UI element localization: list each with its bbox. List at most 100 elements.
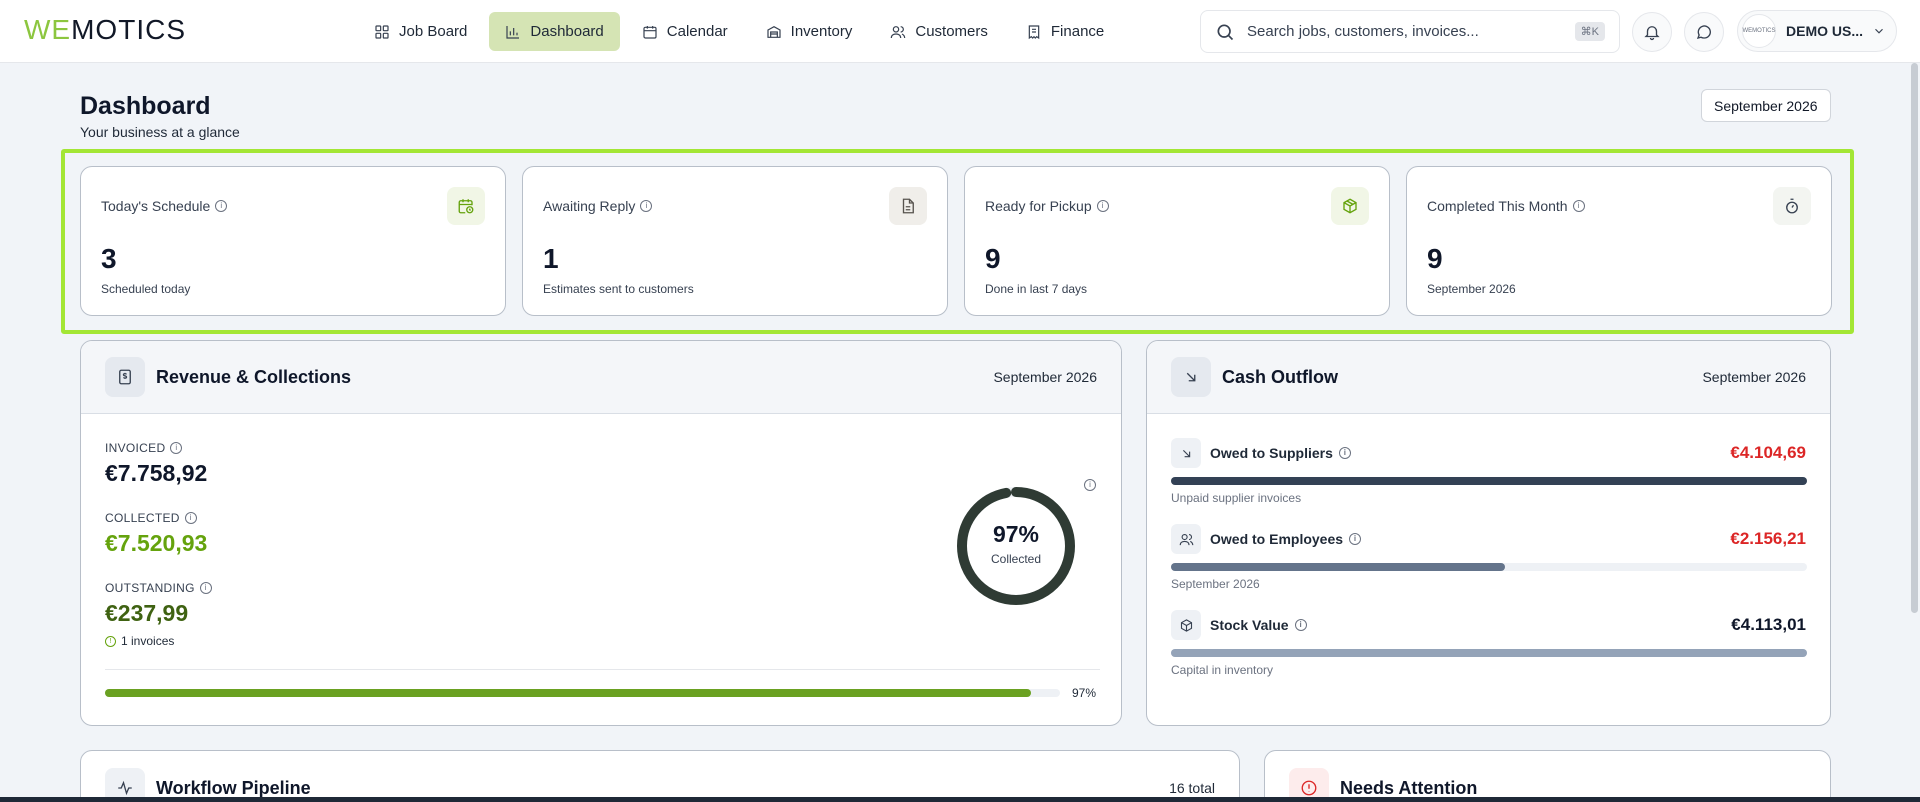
outstanding-value: €237,99 bbox=[105, 600, 189, 626]
search-placeholder: Search jobs, customers, invoices... bbox=[1247, 23, 1479, 40]
collection-progress-bar bbox=[105, 689, 1060, 697]
nav-label: Inventory bbox=[790, 23, 853, 40]
user-menu-button[interactable]: WEMOTICS DEMO US... bbox=[1737, 10, 1897, 52]
card-title: Cash Outflow bbox=[1222, 367, 1338, 387]
info-icon[interactable]: i bbox=[1084, 479, 1096, 491]
kpi-card-awaiting-reply[interactable]: Awaiting Reply i 1 Estimates sent to cust… bbox=[522, 166, 948, 316]
info-icon[interactable]: i bbox=[199, 582, 212, 594]
collected-label: COLLECTED bbox=[105, 511, 180, 525]
nav-dashboard[interactable]: Dashboard bbox=[489, 12, 620, 51]
kpi-label-row: Awaiting Reply i bbox=[543, 198, 653, 214]
kpi-label: Awaiting Reply bbox=[543, 198, 636, 214]
chevron-down-icon bbox=[1875, 28, 1883, 34]
header-icon-box bbox=[1171, 357, 1211, 397]
stock-bar bbox=[1171, 649, 1807, 657]
kpi-value: 9 bbox=[985, 243, 1001, 274]
bar-chart-icon bbox=[506, 25, 520, 39]
info-icon[interactable]: i bbox=[1572, 200, 1585, 212]
info-icon[interactable]: i bbox=[184, 512, 197, 524]
kpi-label-row: Ready for Pickup i bbox=[985, 198, 1109, 214]
card-period: September 2026 bbox=[1702, 369, 1806, 385]
kpi-label: Today's Schedule bbox=[101, 198, 211, 214]
row-icon-box bbox=[1171, 524, 1201, 554]
package-icon bbox=[1343, 198, 1357, 214]
kpi-label-row: Today's Schedule i bbox=[101, 198, 228, 214]
invoiced-value: €7.758,92 bbox=[105, 460, 208, 486]
divider bbox=[105, 669, 1100, 670]
info-icon[interactable]: i bbox=[215, 200, 228, 212]
nav-calendar[interactable]: Calendar bbox=[626, 12, 744, 51]
employees-value: €2.156,21 bbox=[1730, 529, 1806, 548]
nav-label: Calendar bbox=[666, 23, 728, 40]
revenue-card: Revenue & Collections September 2026 INV… bbox=[80, 340, 1122, 726]
document-icon bbox=[902, 198, 914, 214]
outstanding-label-row: OUTSTANDING i bbox=[105, 581, 212, 595]
search-shortcut: ⌘K bbox=[1574, 22, 1605, 41]
kpi-icon-box bbox=[1331, 187, 1369, 225]
info-icon[interactable]: i bbox=[1338, 447, 1351, 459]
info-icon[interactable]: i bbox=[1294, 619, 1307, 631]
dollar-receipt-icon bbox=[119, 369, 131, 385]
info-icon[interactable]: i bbox=[1349, 533, 1362, 545]
nav-job-board[interactable]: Job Board bbox=[358, 12, 483, 51]
info-icon[interactable]: i bbox=[1096, 200, 1109, 212]
calendar-clock-icon bbox=[458, 199, 474, 214]
messages-button[interactable] bbox=[1684, 12, 1724, 52]
grid-icon bbox=[375, 24, 389, 39]
window-bottom-edge bbox=[0, 797, 1920, 802]
kpi-card-todays-schedule[interactable]: Today's Schedule i 3 Scheduled today bbox=[80, 166, 506, 316]
nav-label: Dashboard bbox=[530, 23, 604, 40]
warehouse-icon bbox=[767, 25, 781, 38]
row-icon-box bbox=[1171, 438, 1201, 468]
donut-percent: 97% bbox=[992, 521, 1040, 547]
stock-label-row: Stock Value i bbox=[1210, 617, 1307, 633]
kpi-label-row: Completed This Month i bbox=[1427, 198, 1585, 214]
nav-inventory[interactable]: Inventory bbox=[750, 12, 869, 51]
notifications-button[interactable] bbox=[1632, 12, 1672, 52]
outstanding-label: OUTSTANDING bbox=[105, 581, 195, 595]
kpi-label: Completed This Month bbox=[1427, 198, 1568, 214]
kpi-description: Done in last 7 days bbox=[985, 282, 1088, 296]
collection-progress-fill bbox=[105, 689, 1032, 697]
nav-finance[interactable]: Finance bbox=[1010, 12, 1120, 51]
header-icon-box bbox=[105, 357, 145, 397]
card-title: Needs Attention bbox=[1340, 778, 1478, 798]
chat-bubble-icon bbox=[1696, 25, 1711, 39]
kpi-card-completed-this-month[interactable]: Completed This Month i 9 September 2026 bbox=[1406, 166, 1832, 316]
collection-progress-percent: 97% bbox=[1072, 686, 1097, 700]
month-selector[interactable]: September 2026 bbox=[1701, 89, 1831, 122]
kpi-label: Ready for Pickup bbox=[985, 198, 1092, 214]
clock-icon: ! bbox=[105, 635, 116, 647]
user-name: DEMO US... bbox=[1786, 23, 1864, 39]
nav-label: Job Board bbox=[399, 23, 468, 40]
users-icon bbox=[1179, 533, 1193, 545]
search-input[interactable]: Search jobs, customers, invoices... ⌘K bbox=[1200, 10, 1620, 53]
nav-label: Finance bbox=[1050, 23, 1105, 40]
outstanding-note-text: 1 invoices bbox=[121, 634, 175, 648]
stock-bar-fill bbox=[1171, 649, 1807, 657]
revenue-card-header: Revenue & Collections September 2026 bbox=[81, 341, 1121, 414]
users-icon bbox=[891, 25, 906, 38]
employees-bar bbox=[1171, 563, 1807, 571]
nav-customers[interactable]: Customers bbox=[874, 12, 1004, 51]
employees-subtext: September 2026 bbox=[1171, 577, 1260, 591]
search-icon bbox=[1217, 24, 1234, 40]
employees-bar-fill bbox=[1171, 563, 1505, 571]
kpi-value: 1 bbox=[543, 243, 559, 274]
suppliers-bar-fill bbox=[1171, 477, 1807, 485]
kpi-card-ready-for-pickup[interactable]: Ready for Pickup i 9 Done in last 7 days bbox=[964, 166, 1390, 316]
outstanding-invoices-note[interactable]: ! 1 invoices bbox=[105, 634, 174, 648]
suppliers-subtext: Unpaid supplier invoices bbox=[1171, 491, 1302, 505]
needs-attention-card: Needs Attention bbox=[1264, 750, 1831, 802]
page-scrollbar[interactable] bbox=[1911, 63, 1918, 613]
card-title: Revenue & Collections bbox=[156, 367, 352, 387]
donut-label: Collected bbox=[990, 552, 1042, 566]
info-icon[interactable]: i bbox=[640, 200, 653, 212]
row-icon-box bbox=[1171, 610, 1201, 640]
kpi-description: Estimates sent to customers bbox=[543, 282, 694, 296]
app-logo[interactable]: WEMOTICS bbox=[24, 14, 186, 46]
timer-icon bbox=[1786, 198, 1798, 214]
kpi-value: 3 bbox=[101, 243, 117, 274]
info-icon[interactable]: i bbox=[170, 442, 183, 454]
kpi-description: September 2026 bbox=[1427, 282, 1516, 296]
